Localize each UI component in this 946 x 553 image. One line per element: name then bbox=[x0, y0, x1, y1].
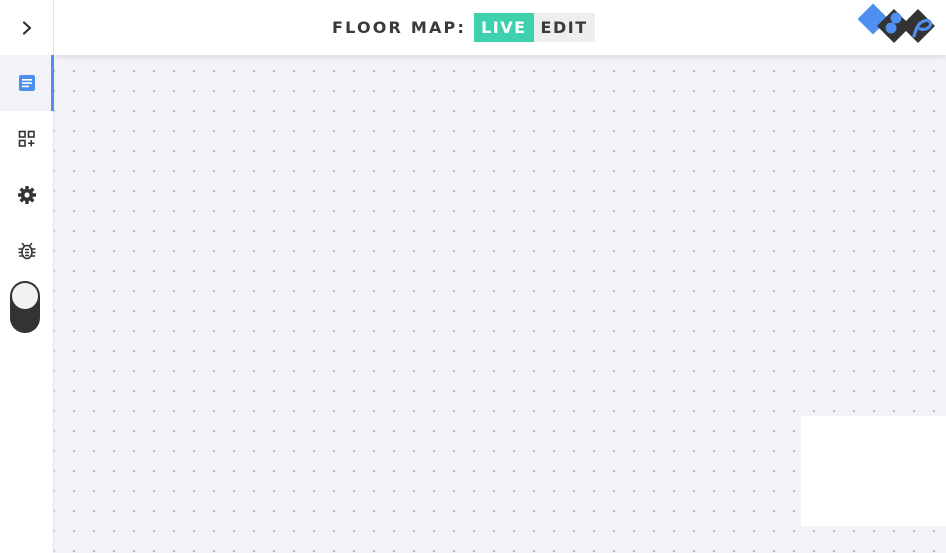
document-icon bbox=[18, 75, 35, 91]
add-widget-icon bbox=[18, 130, 35, 147]
theme-toggle[interactable] bbox=[10, 281, 40, 333]
floating-panel bbox=[801, 416, 946, 526]
sidebar-item-add-widget[interactable] bbox=[0, 111, 53, 167]
page-title: FLOOR MAP: bbox=[332, 18, 467, 37]
top-header: FLOOR MAP: LIVE EDIT bbox=[54, 0, 946, 55]
toggle-knob bbox=[12, 283, 38, 309]
app-root: FLOOR MAP: LIVE EDIT bbox=[0, 0, 946, 553]
gear-icon bbox=[17, 186, 36, 204]
floor-map-title: FLOOR MAP: LIVE EDIT bbox=[332, 13, 595, 42]
sidebar-item-settings[interactable] bbox=[0, 167, 53, 223]
sidebar-item-document[interactable] bbox=[0, 55, 54, 111]
sidebar-item-debug[interactable] bbox=[0, 223, 53, 279]
edit-mode-button[interactable]: EDIT bbox=[533, 13, 595, 42]
brand-logo-icon bbox=[858, 3, 935, 43]
bug-icon bbox=[17, 242, 36, 260]
chevron-right-icon bbox=[22, 21, 31, 35]
expand-sidebar-button[interactable] bbox=[0, 0, 53, 56]
sidebar bbox=[0, 0, 54, 553]
live-mode-button[interactable]: LIVE bbox=[474, 13, 534, 42]
